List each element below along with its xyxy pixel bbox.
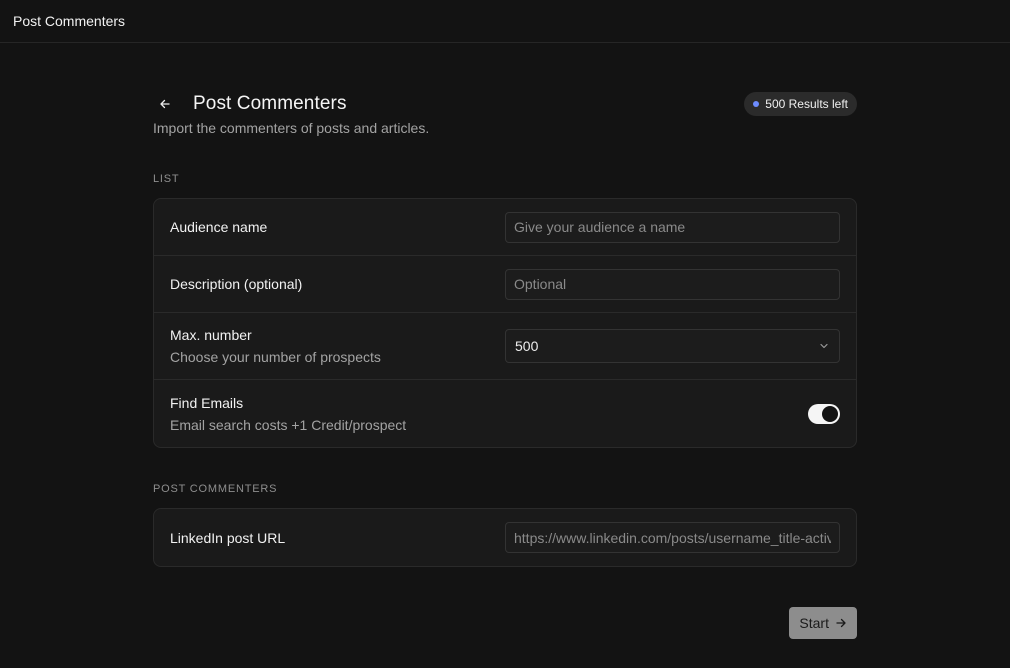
max-number-sublabel: Choose your number of prospects xyxy=(170,349,381,365)
section-label-list: LIST xyxy=(153,173,180,185)
find-emails-toggle[interactable] xyxy=(808,403,840,424)
top-bar: Post Commenters xyxy=(0,0,1010,43)
list-settings-card: Audience name Description (optional) Max… xyxy=(153,198,857,448)
post-url-label: LinkedIn post URL xyxy=(170,529,286,546)
description-input[interactable] xyxy=(505,268,840,300)
post-url-input[interactable] xyxy=(505,522,840,553)
window-title: Post Commenters xyxy=(13,13,126,29)
description-label: Description (optional) xyxy=(170,276,303,292)
chevron-down-icon xyxy=(820,343,828,349)
results-left-badge: 500 Results left xyxy=(744,92,857,116)
badge-label: 500 Results left xyxy=(765,97,848,111)
main-content: Post Commenters 500 Results left Import … xyxy=(153,43,857,639)
section-label-post-commenters: POST COMMENTERS xyxy=(153,483,278,495)
audience-name-label: Audience name xyxy=(170,219,268,235)
arrow-left-icon xyxy=(160,99,170,109)
description-row: Description (optional) xyxy=(154,256,856,313)
audience-name-input[interactable] xyxy=(505,211,840,243)
page-header: Post Commenters 500 Results left xyxy=(153,92,857,116)
max-number-label: Max. number xyxy=(170,327,252,343)
start-button[interactable]: Start xyxy=(789,607,857,639)
max-number-value: 500 xyxy=(515,338,539,354)
start-button-label: Start xyxy=(799,615,829,631)
audience-name-row: Audience name xyxy=(154,199,856,256)
post-url-row: LinkedIn post URL xyxy=(154,509,856,566)
max-number-row: Max. number Choose your number of prospe… xyxy=(154,313,856,380)
toggle-knob xyxy=(822,405,838,422)
arrow-right-icon xyxy=(836,618,846,628)
status-dot-icon xyxy=(753,101,760,107)
max-number-select[interactable]: 500 xyxy=(505,329,840,363)
find-emails-sublabel: Email search costs +1 Credit/prospect xyxy=(170,416,407,433)
page-subtitle: Import the commenters of posts and artic… xyxy=(153,120,430,136)
back-button[interactable] xyxy=(153,92,177,116)
find-emails-label: Find Emails xyxy=(170,394,244,411)
post-settings-card: LinkedIn post URL xyxy=(153,508,857,567)
page-title: Post Commenters xyxy=(193,93,347,114)
footer: Start xyxy=(153,607,857,639)
find-emails-row: Find Emails Email search costs +1 Credit… xyxy=(154,380,856,447)
